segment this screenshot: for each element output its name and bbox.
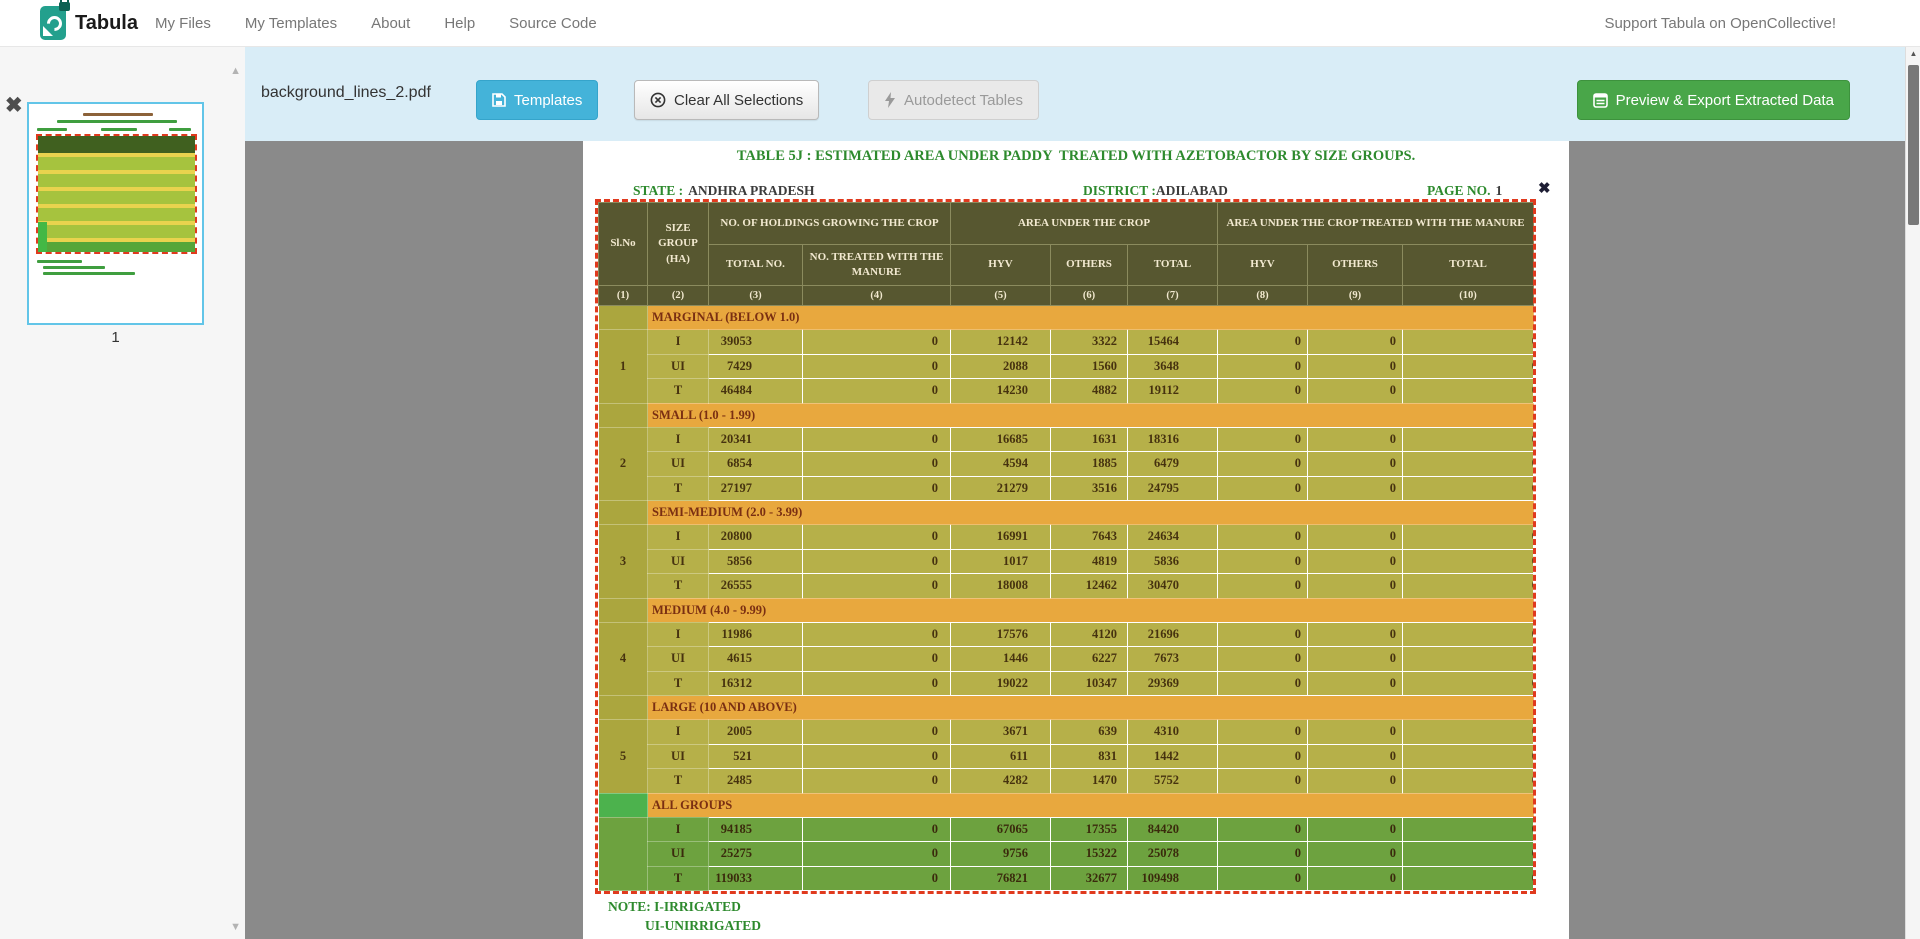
document-filename: background_lines_2.pdf (261, 84, 431, 102)
state-value: ANDHRA PRADESH (688, 183, 814, 198)
page-delete-icon[interactable]: ✖ (5, 95, 23, 116)
selection-close-icon[interactable]: ✖ (1538, 182, 1551, 197)
support-link[interactable]: Support Tabula on OpenCollective! (1604, 0, 1836, 47)
page-no-value: 1 (1496, 183, 1503, 198)
thumb-meta-line (169, 128, 191, 131)
clear-all-selections-button[interactable]: Clear All Selections (634, 80, 819, 120)
brand-link[interactable]: Tabula (40, 6, 138, 40)
district-label: DISTRICT : (1083, 183, 1156, 198)
save-template-icon (492, 93, 506, 107)
top-navbar: Tabula My Files My Templates About Help … (0, 0, 1920, 47)
main-nav: My Files My Templates About Help Source … (155, 0, 597, 47)
window-scrollbar: ▲ (1905, 47, 1920, 939)
thumbnail-page-number: 1 (27, 329, 204, 346)
nav-help[interactable]: Help (444, 15, 475, 32)
pdf-page[interactable]: TABLE 5J : ESTIMATED AREA UNDER PADDY TR… (583, 141, 1569, 939)
thumb-subtitle-line (57, 120, 177, 123)
page-no-field: PAGE NO. 1 (1427, 183, 1502, 199)
state-label: STATE : (633, 183, 683, 198)
nav-source-code[interactable]: Source Code (509, 15, 597, 32)
table-list-icon (1593, 93, 1608, 108)
nav-my-templates[interactable]: My Templates (245, 15, 337, 32)
tabula-logo-icon (40, 6, 66, 40)
pdf-viewer-area: TABLE 5J : ESTIMATED AREA UNDER PADDY TR… (245, 141, 1905, 939)
sidebar-scroll-up-icon[interactable]: ▲ (230, 65, 241, 77)
nav-my-files[interactable]: My Files (155, 15, 211, 32)
lock-icon (59, 2, 70, 11)
document-title: TABLE 5J : ESTIMATED AREA UNDER PADDY TR… (583, 148, 1569, 165)
lightning-icon (884, 92, 896, 108)
note-line-2: UI-UNIRRIGATED (645, 918, 761, 934)
sidebar-scroll-down-icon[interactable]: ▼ (230, 921, 241, 933)
state-field: STATE : ANDHRA PRADESH (633, 183, 815, 199)
thumb-meta-line (101, 128, 137, 131)
data-table-region: Sl.No SIZE GROUP (HA) NO. OF HOLDINGS GR… (598, 202, 1533, 891)
scrollbar-up-icon[interactable]: ▲ (1906, 49, 1920, 58)
thumb-meta-line (37, 128, 67, 131)
page-thumbnail-sidebar: ▲ ✖ 1 ▼ (0, 47, 245, 939)
brand-name: Tabula (75, 12, 138, 35)
clear-circle-x-icon (650, 92, 666, 108)
thumb-note-line (37, 260, 82, 263)
page-thumbnail[interactable] (27, 102, 204, 325)
preview-export-button[interactable]: Preview & Export Extracted Data (1577, 80, 1850, 120)
page-no-label: PAGE NO. (1427, 183, 1491, 198)
scrollbar-thumb[interactable] (1908, 65, 1919, 225)
thumb-title-line (83, 113, 153, 116)
district-value: ADILABAD (1156, 183, 1228, 198)
thumb-note-line (43, 272, 135, 275)
autodetect-tables-button[interactable]: Autodetect Tables (868, 80, 1039, 120)
nav-about[interactable]: About (371, 15, 410, 32)
toolbar: background_lines_2.pdf Templates Clear A… (245, 47, 1905, 141)
templates-button[interactable]: Templates (476, 80, 598, 120)
thumb-table-selection (36, 134, 197, 254)
selection-box[interactable] (595, 199, 1536, 894)
note-line-1: NOTE: I-IRRIGATED (608, 899, 741, 915)
thumb-note-line (43, 266, 105, 269)
district-field: DISTRICT :ADILABAD (1083, 183, 1228, 199)
